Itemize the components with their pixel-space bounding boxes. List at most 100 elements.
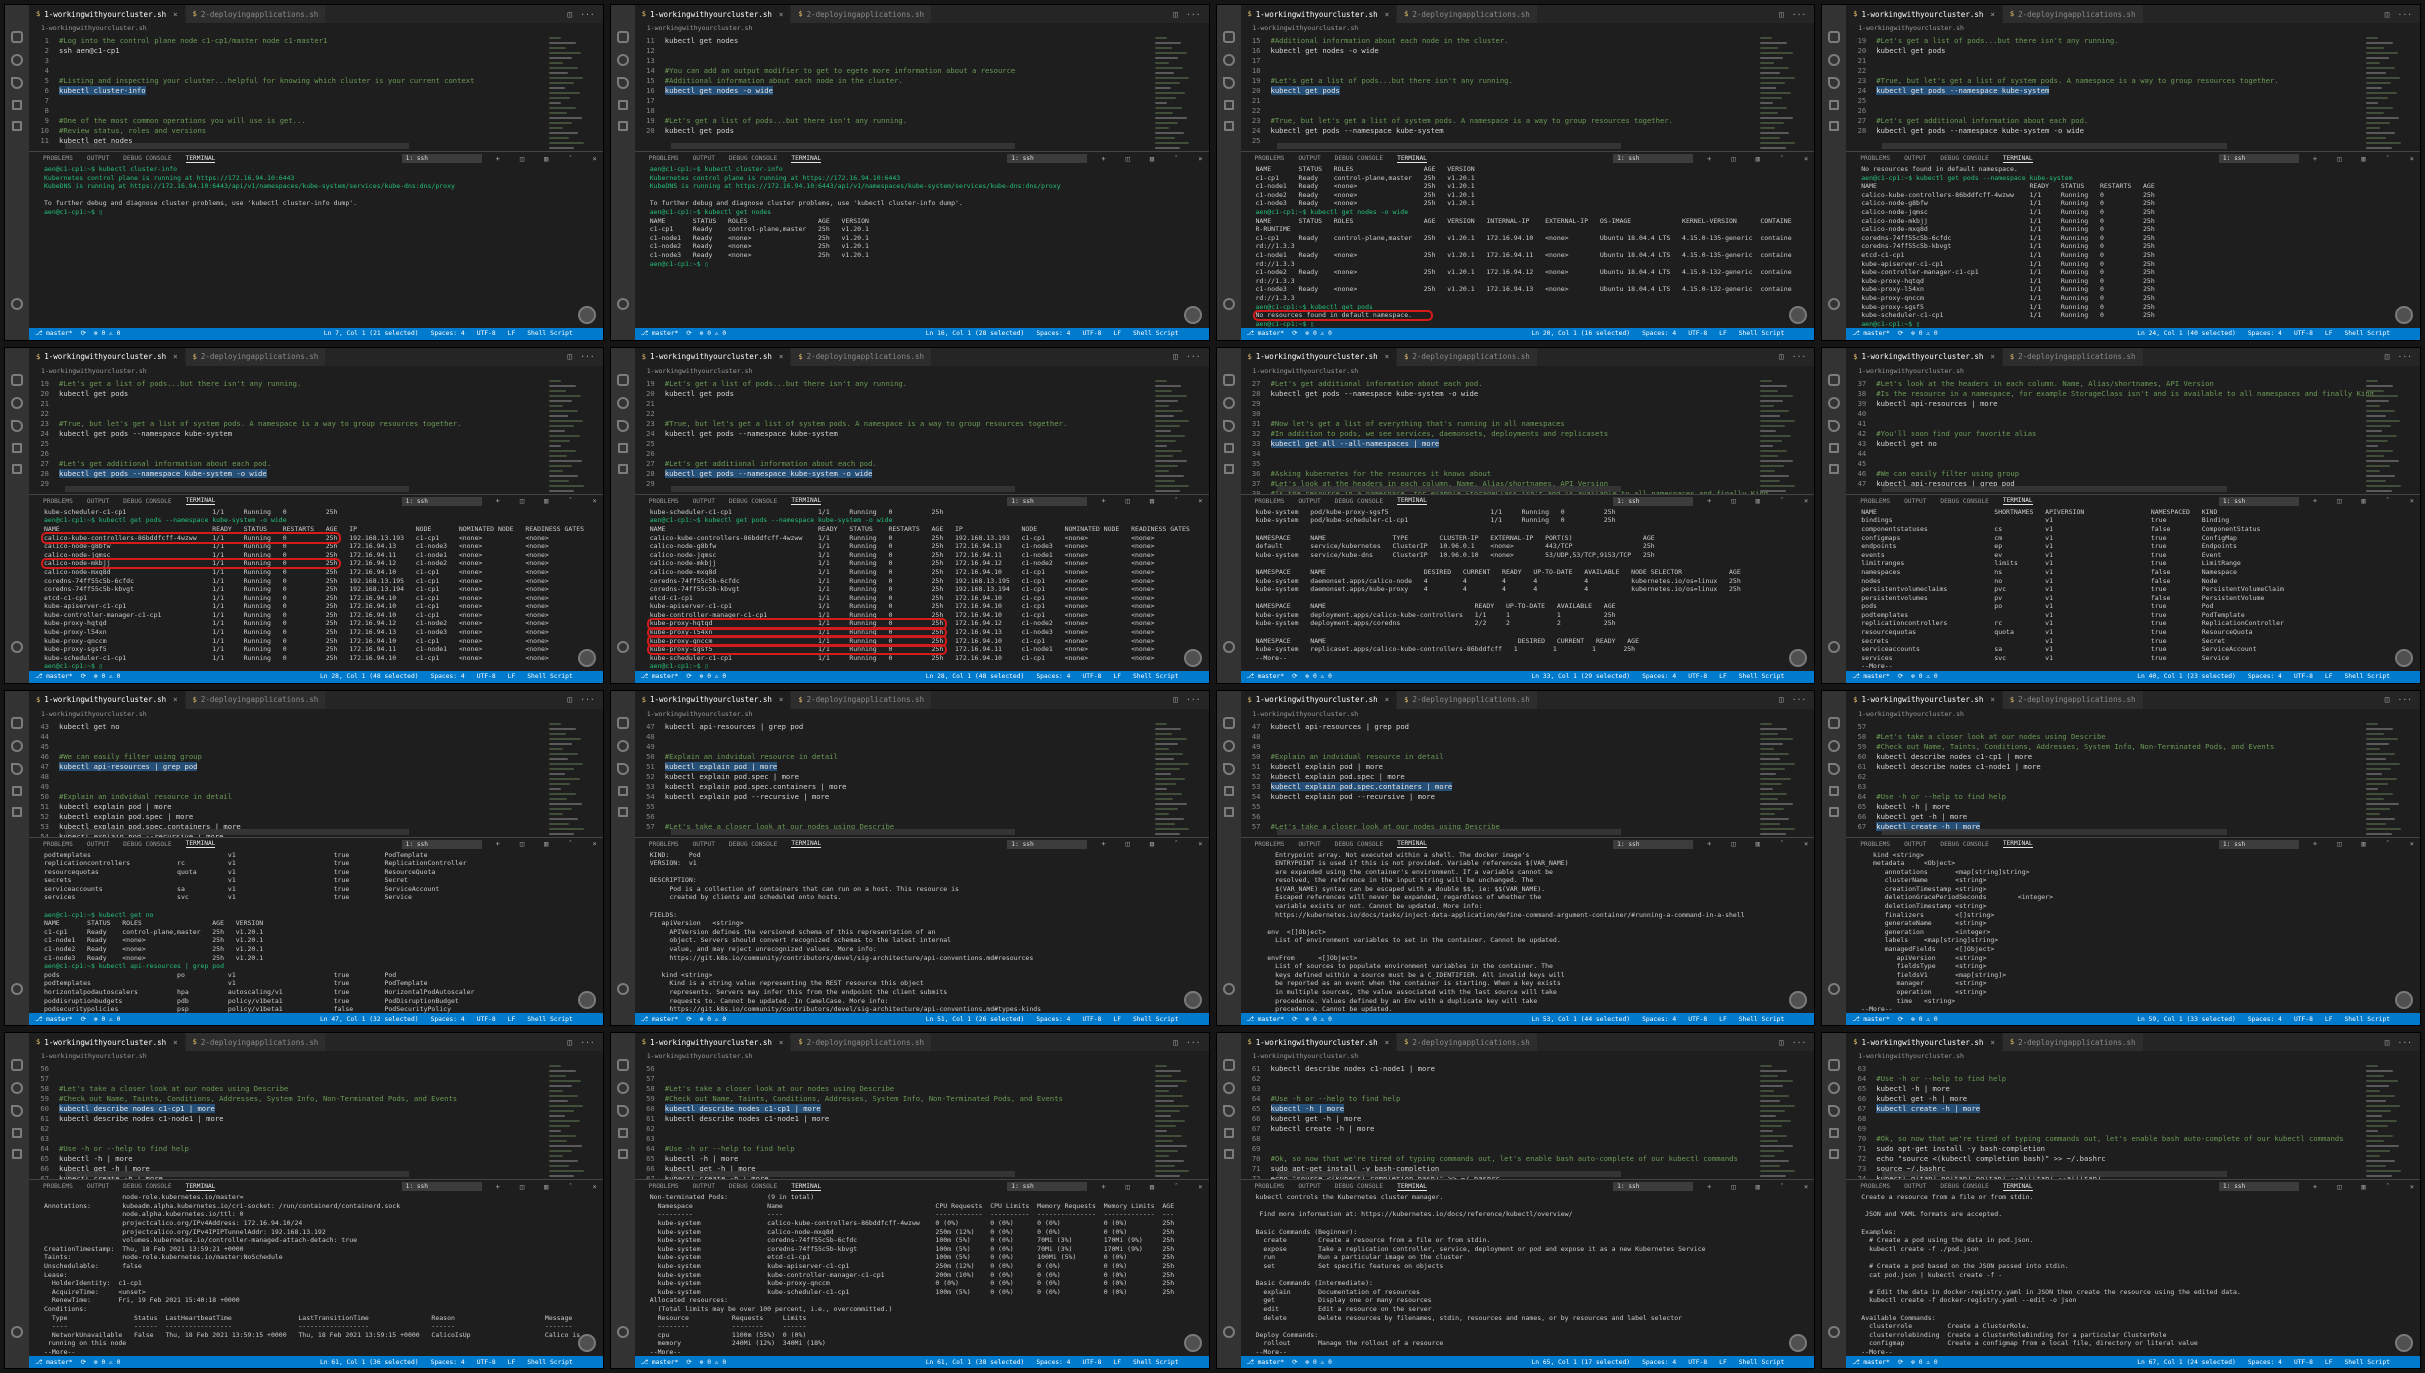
code-line[interactable]: 35 <box>1241 459 1815 469</box>
run-debug-icon[interactable] <box>1829 1128 1840 1139</box>
code-line[interactable]: 22 <box>29 409 603 419</box>
sync-icon[interactable]: ⟳ <box>1292 1359 1297 1366</box>
git-branch[interactable]: ⎇ master* <box>1852 1359 1890 1366</box>
search-icon[interactable] <box>616 396 629 409</box>
split-terminal-icon[interactable]: ◫ <box>1126 840 1130 848</box>
explorer-icon[interactable] <box>1222 31 1235 43</box>
explorer-icon[interactable] <box>616 1059 629 1072</box>
extensions-icon[interactable] <box>617 121 628 131</box>
tab-problems[interactable]: PROBLEMS <box>649 155 679 162</box>
tab-terminal[interactable]: TERMINAL <box>185 1183 216 1191</box>
tab-debug-console[interactable]: DEBUG CONSOLE <box>729 841 777 848</box>
chevron-up-icon[interactable]: ˆ <box>1174 497 1178 505</box>
split-terminal-icon[interactable]: ◫ <box>1731 840 1735 848</box>
code-line[interactable]: 40 <box>1846 409 2420 419</box>
code-line[interactable]: 68 <box>1846 1114 2420 1124</box>
close-panel-icon[interactable]: × <box>2410 497 2414 505</box>
code-line[interactable]: 57 <box>29 1074 603 1084</box>
problems-count[interactable]: ⊗ 0 ⚠ 0 <box>700 1359 727 1366</box>
extensions-icon[interactable] <box>1829 463 1840 474</box>
explorer-icon[interactable] <box>616 31 629 43</box>
horizontal-scrollbar[interactable] <box>1882 485 2227 492</box>
tab-problems[interactable]: PROBLEMS <box>1255 1183 1285 1190</box>
split-editor-icon[interactable]: ◫ <box>567 1038 572 1047</box>
code-line[interactable]: 50 #Explain an indvidual resource in deta… <box>29 792 603 802</box>
cursor-position[interactable]: Ln 51, Col 1 (26 selected) <box>926 1016 1025 1023</box>
run-debug-icon[interactable] <box>1223 785 1234 796</box>
line-ending[interactable]: LF <box>1113 673 1121 680</box>
problems-count[interactable]: ⊗ 0 ⚠ 0 <box>1911 330 1938 337</box>
cursor-position[interactable]: Ln 7, Col 1 (21 selected) <box>324 330 419 337</box>
add-terminal-icon[interactable]: + <box>1707 840 1711 848</box>
encoding[interactable]: UTF-8 <box>1688 1359 1707 1366</box>
explorer-icon[interactable] <box>616 716 629 729</box>
minimap[interactable] <box>2366 720 2406 837</box>
close-panel-icon[interactable]: × <box>1198 497 1202 505</box>
breadcrumb[interactable]: 1-workingwithyourcluster.sh <box>29 709 603 720</box>
code-line[interactable]: 20 kubectl get pods <box>635 389 1209 399</box>
code-line[interactable]: 61 kubectl describe nodes c1-node1 | more <box>1846 762 2420 772</box>
add-terminal-icon[interactable]: + <box>1101 155 1105 163</box>
terminal-output[interactable]: kube-scheduler-c1-cp1 1/1 Running 0 25h a… <box>29 508 603 671</box>
horizontal-scrollbar[interactable] <box>1276 485 1621 492</box>
chevron-up-icon[interactable]: ˆ <box>1174 1183 1178 1191</box>
code-line[interactable]: 52 kubectl explain pod.spec | more <box>1241 772 1815 782</box>
language-mode[interactable]: Shell Script <box>527 1359 573 1366</box>
horizontal-scrollbar[interactable] <box>1882 1171 2227 1178</box>
tab-output[interactable]: OUTPUT <box>1904 498 1926 505</box>
tab-terminal[interactable]: TERMINAL <box>1397 497 1427 506</box>
sync-icon[interactable]: ⟳ <box>1292 673 1297 680</box>
code-line[interactable]: 69 <box>1846 1124 2420 1134</box>
code-line[interactable]: 56 <box>635 1064 1209 1074</box>
encoding[interactable]: UTF-8 <box>477 1359 496 1366</box>
problems-count[interactable]: ⊗ 0 ⚠ 0 <box>1911 1359 1938 1366</box>
code-editor[interactable]: 19 #Let's get a list of pods...but there … <box>1846 34 2420 151</box>
breadcrumb[interactable]: 1-workingwithyourcluster.sh <box>1846 23 2420 34</box>
tab-problems[interactable]: PROBLEMS <box>649 1183 679 1190</box>
run-debug-icon[interactable] <box>12 442 22 453</box>
code-line[interactable]: 65 kubectl -h | more <box>1846 1084 2420 1094</box>
account-icon[interactable] <box>616 983 629 996</box>
account-icon[interactable] <box>11 297 23 310</box>
add-terminal-icon[interactable]: + <box>496 497 500 505</box>
terminal-select[interactable]: 1: ssh <box>2218 839 2299 849</box>
tab-workingwithyourcluster[interactable]: $ 1-workingwithyourcluster.sh × <box>29 690 186 709</box>
tab-debug-console[interactable]: DEBUG CONSOLE <box>1335 1183 1383 1190</box>
code-line[interactable]: 2 ssh aen@c1-cp1 <box>29 46 603 56</box>
close-icon[interactable]: × <box>1385 695 1390 704</box>
account-icon[interactable] <box>616 297 629 310</box>
search-icon[interactable] <box>1222 54 1235 66</box>
encoding[interactable]: UTF-8 <box>1688 673 1707 680</box>
trash-icon[interactable]: ▥ <box>2361 155 2365 163</box>
code-line[interactable]: 20 kubectl get pods <box>1241 86 1815 96</box>
code-editor[interactable]: 27 #Let's get additional information abou… <box>1241 377 1815 494</box>
tab-workingwithyourcluster[interactable]: $ 1-workingwithyourcluster.sh × <box>1240 690 1398 709</box>
horizontal-scrollbar[interactable] <box>1276 1171 1621 1178</box>
code-editor[interactable]: 15 #Additional information about each nod… <box>1241 34 1815 151</box>
encoding[interactable]: UTF-8 <box>477 673 496 680</box>
tab-deployingapplications[interactable]: $ 2-deployingapplications.sh <box>185 1033 327 1052</box>
code-line[interactable]: 42 #You'll soon find your favorite alias <box>1846 429 2420 439</box>
code-editor[interactable]: 61 kubectl describe nodes c1-node1 | more… <box>1241 1062 1815 1179</box>
tab-problems[interactable]: PROBLEMS <box>1860 841 1890 848</box>
tab-deployingapplications[interactable]: $ 2-deployingapplications.sh <box>185 690 327 709</box>
line-ending[interactable]: LF <box>1719 1359 1727 1366</box>
sync-icon[interactable]: ⟳ <box>1292 330 1297 337</box>
code-line[interactable]: 25 <box>29 439 603 449</box>
terminal-output[interactable]: NAME SHORTNAMES APIVERSION NAMESPACED KI… <box>1846 508 2420 671</box>
tab-terminal[interactable]: TERMINAL <box>1397 1183 1427 1191</box>
explorer-icon[interactable] <box>616 373 629 386</box>
close-icon[interactable]: × <box>1990 695 1995 704</box>
add-terminal-icon[interactable]: + <box>2313 155 2317 163</box>
indentation[interactable]: Spaces: 4 <box>431 673 465 680</box>
code-line[interactable]: 43 kubectl get no <box>29 722 603 732</box>
code-editor[interactable]: 19 #Let's get a list of pods...but there … <box>635 377 1209 494</box>
chevron-up-icon[interactable]: ˆ <box>568 1183 572 1191</box>
split-terminal-icon[interactable]: ◫ <box>2337 497 2341 505</box>
git-branch[interactable]: ⎇ master* <box>641 330 679 337</box>
cursor-position[interactable]: Ln 33, Col 1 (29 selected) <box>1531 673 1630 680</box>
indentation[interactable]: Spaces: 4 <box>2248 1359 2282 1366</box>
horizontal-scrollbar[interactable] <box>65 1171 410 1178</box>
account-icon[interactable] <box>1222 640 1235 653</box>
trash-icon[interactable]: ▥ <box>1150 155 1154 163</box>
